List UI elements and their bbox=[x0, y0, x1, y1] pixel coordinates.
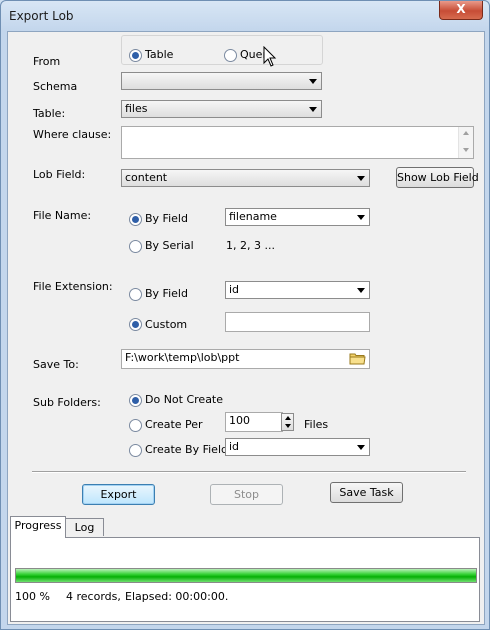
from-table-radio[interactable] bbox=[129, 49, 142, 62]
serial-example-text: 1, 2, 3 ... bbox=[226, 239, 275, 252]
file-ext-by-field-radio[interactable] bbox=[129, 288, 142, 301]
progress-bar-fill bbox=[16, 569, 476, 582]
lob-field-combobox[interactable]: content bbox=[121, 169, 370, 187]
stop-button[interactable]: Stop bbox=[210, 484, 283, 505]
table-value: files bbox=[125, 102, 148, 115]
sub-folder-field-combobox[interactable]: id bbox=[225, 438, 370, 456]
chevron-down-icon bbox=[309, 107, 317, 112]
progress-records: 4 records, bbox=[66, 590, 121, 603]
file-name-by-serial-radio[interactable] bbox=[129, 240, 142, 253]
save-to-value: F:\work\temp\lob\ppt bbox=[125, 351, 240, 364]
from-query-radio[interactable] bbox=[224, 49, 237, 62]
table-label: Table: bbox=[33, 107, 66, 120]
chevron-down-icon bbox=[357, 176, 365, 181]
tab-log[interactable]: Log bbox=[65, 518, 104, 536]
where-clause-textarea[interactable] bbox=[121, 126, 474, 159]
file-extension-label: File Extension: bbox=[33, 280, 113, 293]
where-clause-label: Where clause: bbox=[33, 128, 112, 141]
chevron-down-icon bbox=[309, 79, 317, 84]
save-to-input[interactable]: F:\work\temp\lob\ppt bbox=[121, 349, 370, 369]
file-ext-custom-label: Custom bbox=[145, 318, 188, 331]
from-table-label: Table bbox=[145, 48, 174, 61]
file-ext-custom-radio[interactable] bbox=[129, 318, 142, 331]
separator bbox=[32, 471, 466, 473]
scroll-down-icon[interactable] bbox=[463, 148, 469, 152]
lob-field-label: Lob Field: bbox=[33, 168, 86, 181]
file-ext-by-field-label: By Field bbox=[145, 287, 188, 300]
files-unit-label: Files bbox=[304, 418, 329, 431]
create-per-input[interactable]: 100 bbox=[225, 412, 283, 432]
show-lob-field-button[interactable]: Show Lob Field bbox=[396, 167, 479, 188]
progress-panel: 100 % 4 records, Elapsed: 00:00:00. bbox=[10, 537, 480, 622]
sub-folder-field-value: id bbox=[229, 440, 240, 453]
folder-browse-icon[interactable] bbox=[349, 352, 366, 365]
schema-combobox[interactable] bbox=[121, 72, 322, 90]
scroll-up-icon[interactable] bbox=[463, 131, 469, 135]
lob-field-value: content bbox=[125, 171, 168, 184]
chevron-down-icon bbox=[357, 445, 365, 450]
file-ext-custom-input[interactable] bbox=[225, 312, 370, 332]
chevron-down-icon bbox=[357, 288, 365, 293]
table-combobox[interactable]: files bbox=[121, 100, 322, 118]
schema-label: Schema bbox=[33, 80, 78, 93]
chevron-down-icon bbox=[357, 215, 365, 220]
file-name-by-serial-label: By Serial bbox=[145, 239, 194, 252]
progress-elapsed: Elapsed: 00:00:00. bbox=[125, 590, 229, 603]
file-ext-field-value: id bbox=[229, 283, 240, 296]
progress-percent: 100 % bbox=[15, 590, 50, 603]
tab-progress[interactable]: Progress bbox=[10, 516, 66, 538]
create-per-value: 100 bbox=[229, 414, 250, 427]
create-per-spinner[interactable] bbox=[281, 413, 294, 431]
export-lob-window: Export Lob X From Table Query Schema Tab… bbox=[0, 0, 490, 630]
file-name-field-combobox[interactable]: filename bbox=[225, 208, 370, 226]
file-name-by-field-label: By Field bbox=[145, 212, 188, 225]
spin-down-icon[interactable] bbox=[285, 424, 291, 428]
mouse-cursor-icon bbox=[263, 46, 277, 67]
window-title: Export Lob bbox=[9, 9, 74, 23]
do-not-create-label: Do Not Create bbox=[145, 393, 224, 406]
create-per-label: Create Per bbox=[145, 418, 203, 431]
progress-bar bbox=[15, 568, 477, 583]
do-not-create-radio[interactable] bbox=[129, 394, 142, 407]
dialog-client-area: From Table Query Schema Table: files Whe… bbox=[7, 31, 485, 625]
create-per-radio[interactable] bbox=[129, 419, 142, 432]
close-button[interactable]: X bbox=[439, 1, 483, 20]
sub-folders-label: Sub Folders: bbox=[33, 396, 101, 409]
create-by-field-radio[interactable] bbox=[129, 444, 142, 457]
where-scrollbar[interactable] bbox=[458, 127, 473, 158]
file-name-field-value: filename bbox=[229, 210, 277, 223]
file-name-label: File Name: bbox=[33, 209, 92, 222]
spin-up-icon[interactable] bbox=[285, 416, 291, 420]
export-button[interactable]: Export bbox=[82, 484, 155, 505]
save-to-label: Save To: bbox=[33, 358, 79, 371]
create-by-field-label: Create By Field bbox=[145, 443, 228, 456]
from-label: From bbox=[33, 55, 61, 68]
save-task-button[interactable]: Save Task bbox=[330, 482, 403, 503]
file-name-by-field-radio[interactable] bbox=[129, 213, 142, 226]
file-ext-field-combobox[interactable]: id bbox=[225, 281, 370, 299]
